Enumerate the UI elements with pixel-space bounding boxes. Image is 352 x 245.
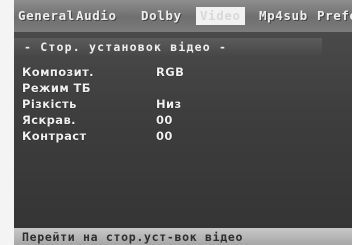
tab-dolby[interactable]: Dolby: [141, 7, 182, 25]
video-setup-panel: - Стор. установок відео - Композит. RGB …: [14, 32, 352, 228]
setting-label: Режим ТБ: [22, 81, 91, 95]
setting-value: Низ: [156, 97, 182, 111]
tab-preferences[interactable]: Prefe: [317, 7, 352, 25]
tab-bar: General Audio Dolby Video Mp4sub Prefe: [14, 0, 352, 32]
setting-row-tv-mode[interactable]: Режим ТБ: [14, 80, 352, 96]
hint-text: Перейти на стор.уст-вок відео: [22, 230, 244, 244]
section-title: - Стор. установок відео -: [24, 40, 228, 54]
tab-audio[interactable]: Audio: [76, 7, 117, 25]
tab-mp4sub[interactable]: Mp4sub: [259, 7, 308, 25]
setting-row-contrast[interactable]: Контраст 00: [14, 128, 352, 144]
setting-value: 00: [156, 113, 173, 127]
setting-value: 00: [156, 129, 173, 143]
setting-value: RGB: [156, 65, 185, 79]
tab-video[interactable]: Video: [196, 7, 245, 25]
hint-bar: Перейти на стор.уст-вок відео: [14, 228, 352, 245]
setting-label: Композит.: [22, 65, 94, 79]
dvd-setup-screen: General Audio Dolby Video Mp4sub Prefe -…: [0, 0, 352, 245]
setting-row-brightness[interactable]: Яскрав. 00: [14, 112, 352, 128]
setting-row-composite[interactable]: Композит. RGB: [14, 64, 352, 80]
setting-row-sharpness[interactable]: Різкість Низ: [14, 96, 352, 112]
setting-label: Яскрав.: [22, 113, 76, 127]
setting-label: Контраст: [22, 129, 87, 143]
tab-general[interactable]: General: [18, 7, 75, 25]
setting-label: Різкість: [22, 97, 77, 111]
